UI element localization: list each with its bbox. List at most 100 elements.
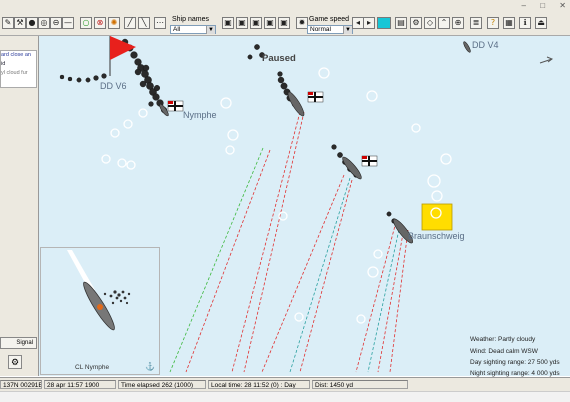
ship-label-dd-v6: DD V6 xyxy=(100,81,127,91)
frame-button-3[interactable]: ▣ xyxy=(250,17,262,29)
ship-hull-cruiser-2 xyxy=(342,156,362,180)
status-position: 137N 00291E xyxy=(0,380,42,389)
frame-button-2[interactable]: ▣ xyxy=(236,17,248,29)
day-sighting-text: Day sighting range: 27 500 yds xyxy=(470,359,560,366)
cruiser-wake xyxy=(247,44,397,224)
ship-hull-cruiser-1 xyxy=(287,91,305,117)
game-speed-select[interactable]: Normal ▼ xyxy=(307,25,353,34)
splash-ring xyxy=(440,153,452,165)
frame-button-1[interactable]: ▣ xyxy=(222,17,234,29)
ensign-flags xyxy=(167,91,378,167)
fire-line xyxy=(389,229,409,373)
signal-button-label: Signal xyxy=(16,340,33,346)
splash-ring xyxy=(126,160,136,170)
chevron-up-icon[interactable]: ⌃ xyxy=(438,17,450,29)
rangefinder-icon[interactable]: ⊖ xyxy=(50,17,62,29)
splash-ring xyxy=(411,123,421,133)
message-line-3: yl cloud fur xyxy=(1,70,28,76)
fire-line xyxy=(367,224,401,373)
cyan-panel-button[interactable] xyxy=(377,17,391,29)
fire-line xyxy=(261,174,345,373)
diagonal-line-2-icon[interactable]: ╲ xyxy=(138,17,150,29)
ship-label-braunschweig: Braunschweig xyxy=(408,231,465,241)
bomb-icon[interactable]: ● xyxy=(26,17,38,29)
layers-icon[interactable]: ▤ xyxy=(395,17,407,29)
ensign-icon xyxy=(307,91,324,103)
splash-ring xyxy=(431,190,443,202)
status-distance: Dist: 1450 yd xyxy=(312,380,408,389)
compass-icon[interactable]: ◎ xyxy=(38,17,50,29)
splash-ring xyxy=(227,129,239,141)
dots-icon[interactable]: ⋯ xyxy=(154,17,166,29)
frame-button-4[interactable]: ▣ xyxy=(264,17,276,29)
window-bottom-border xyxy=(0,391,570,402)
inset-canvas xyxy=(67,250,131,331)
target-red-icon[interactable]: ⊗ xyxy=(94,17,106,29)
info-icon[interactable]: ℹ xyxy=(519,17,531,29)
step-forward-icon[interactable]: ▸ xyxy=(363,17,375,29)
splash-ring xyxy=(318,67,330,79)
minimize-button[interactable]: – xyxy=(522,1,526,10)
exit-icon[interactable]: ⏏ xyxy=(535,17,547,29)
splash-ring xyxy=(294,312,304,322)
map-icon[interactable]: ▦ xyxy=(503,17,515,29)
splash-ring xyxy=(123,119,133,129)
status-time-elapsed: Time elapsed 262 (1000) xyxy=(118,380,206,389)
north-arrow-icon xyxy=(539,56,554,64)
pencil-icon[interactable]: ✎ xyxy=(2,17,14,29)
fire-line xyxy=(231,111,301,373)
night-sighting-text: Night sighting range: 4 000 yds xyxy=(470,370,560,377)
window-controls: – □ ✕ xyxy=(522,1,566,10)
status-date: 28 apr 11:57 1900 xyxy=(44,380,116,389)
splash-ring xyxy=(117,158,127,168)
anchor-icon[interactable]: ⚓ xyxy=(145,362,155,371)
inset-wake xyxy=(67,250,95,292)
ship-names-label: Ship names xyxy=(172,16,209,23)
ship-names-select[interactable]: All ▼ xyxy=(170,25,216,34)
splash-ring xyxy=(110,128,120,138)
paused-label: Paused xyxy=(262,53,296,64)
ship-list-icon[interactable]: ≣ xyxy=(470,17,482,29)
chevron-down-icon: ▼ xyxy=(343,26,352,34)
circle-green-icon[interactable]: ○ xyxy=(80,17,92,29)
message-line-1: ard close an xyxy=(1,52,31,58)
weather-text: Weather: Partly cloudy xyxy=(470,336,536,343)
game-speed-value: Normal xyxy=(310,26,331,33)
ensign-icon xyxy=(361,155,378,167)
splash-ring xyxy=(356,314,366,324)
fire-line xyxy=(243,111,305,373)
chevron-down-icon: ▼ xyxy=(206,26,215,34)
fire-line xyxy=(299,179,353,373)
crosshair-icon[interactable]: ⊕ xyxy=(452,17,464,29)
fire-line xyxy=(185,149,271,373)
ensign-icon xyxy=(167,100,184,112)
splash-ring xyxy=(427,174,441,188)
help-icon[interactable]: ? xyxy=(487,17,499,29)
close-button[interactable]: ✕ xyxy=(559,1,566,10)
splash-ring xyxy=(366,90,378,102)
splash-ring xyxy=(367,266,379,278)
toolbar: – □ ✕ ✎ ⚒ ● ◎ ⊖ — ○ ⊗ ✺ ╱ ╲ ⋯ Ship names… xyxy=(0,0,570,36)
fire-lines xyxy=(169,111,409,373)
status-bar: 137N 00291E 28 apr 11:57 1900 Time elaps… xyxy=(0,377,570,391)
yellow-square-marker xyxy=(421,203,453,231)
tool-icon[interactable]: ⚒ xyxy=(14,17,26,29)
small-gear-icon[interactable]: ⚙ xyxy=(8,355,22,369)
settings-gear-icon[interactable]: ⚙ xyxy=(410,17,422,29)
diamond-icon[interactable]: ◇ xyxy=(424,17,436,29)
message-box: ard close an id yl cloud fur xyxy=(0,50,37,88)
ship-zoom-inset[interactable]: CL Nymphe ⚓ xyxy=(40,247,160,375)
ship-names-value: All xyxy=(173,26,181,33)
diagonal-line-icon[interactable]: ╱ xyxy=(124,17,136,29)
maximize-button[interactable]: □ xyxy=(540,1,545,10)
line-icon[interactable]: — xyxy=(62,17,74,29)
splash-ring xyxy=(101,154,111,164)
signal-button[interactable]: Signal xyxy=(0,337,37,349)
gear-orange-icon[interactable]: ✺ xyxy=(108,17,120,29)
fire-line xyxy=(355,221,397,373)
frame-button-5[interactable]: ▣ xyxy=(278,17,290,29)
fire-line xyxy=(169,147,264,373)
status-local-time: Local time: 28 11:52 (0) : Day xyxy=(208,380,310,389)
wind-text: Wind: Dead calm WSW xyxy=(470,348,538,355)
fire-line xyxy=(289,177,351,373)
